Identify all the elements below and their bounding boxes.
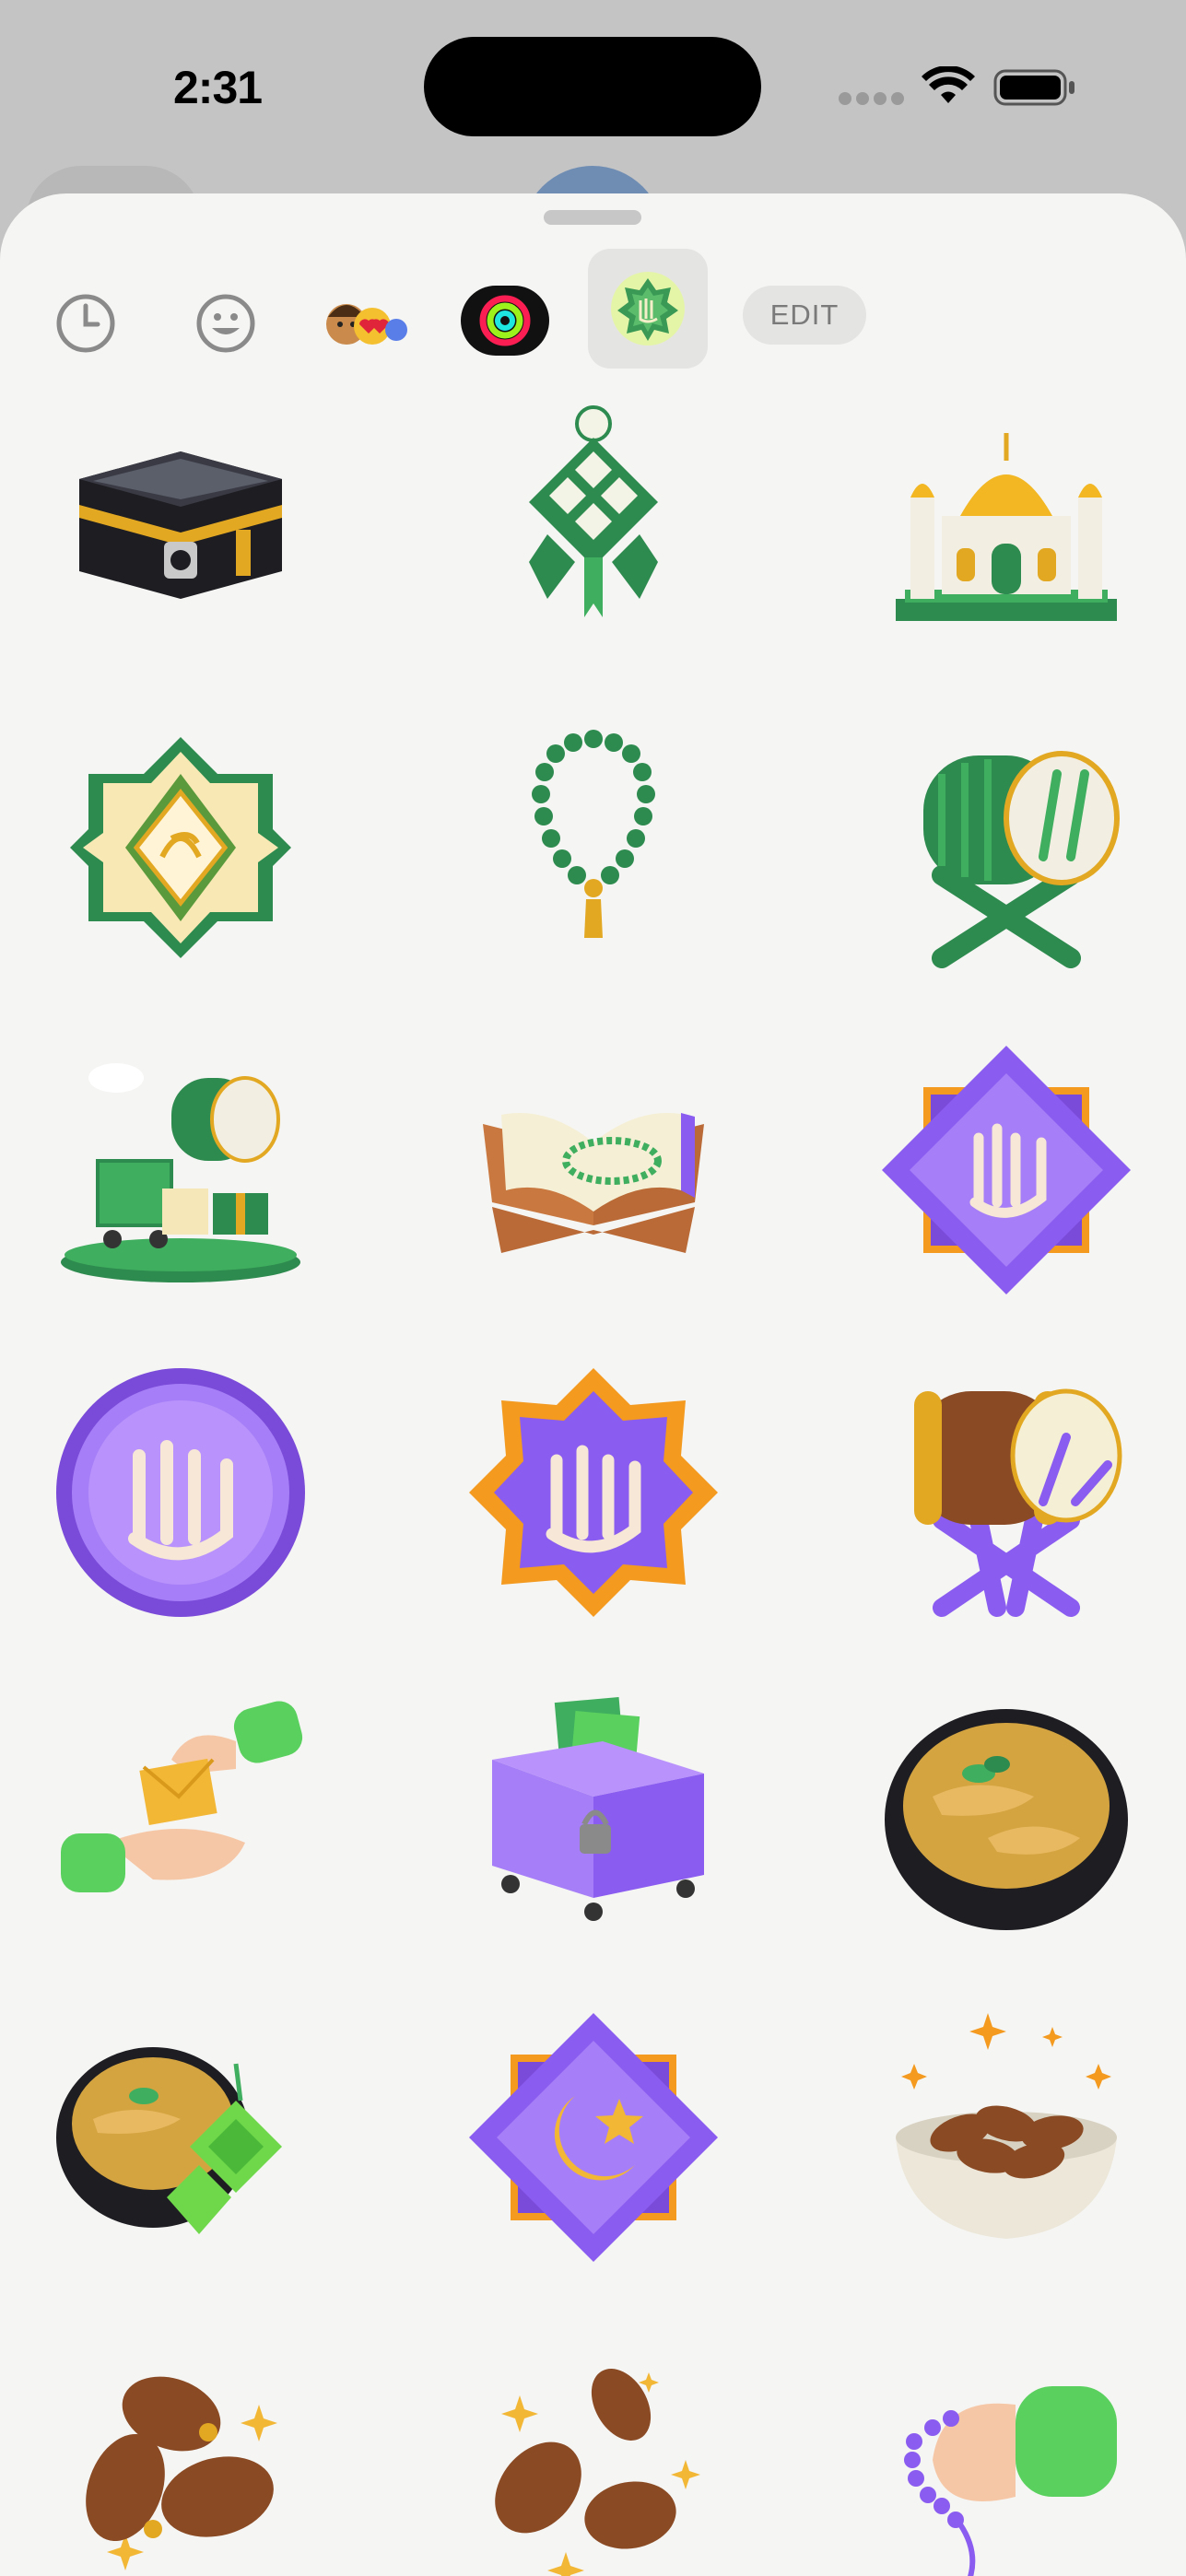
sticker-opor-with-ketupat[interactable] [52, 2008, 310, 2266]
quran-icon [483, 1113, 704, 1253]
allah-badge-icon [611, 272, 685, 345]
sticker-purple-bedug-drum[interactable] [877, 1364, 1135, 1622]
memoji-stickers-icon [326, 304, 407, 345]
tab-activity[interactable] [461, 286, 549, 356]
donation-box-icon [492, 1697, 704, 1921]
sticker-dates-bowl[interactable] [877, 2008, 1135, 2266]
sticker-tab-bar: EDIT [0, 249, 1186, 387]
tab-recents[interactable] [48, 286, 123, 361]
dates-pile-icon [86, 2376, 277, 2570]
sticker-mosque[interactable] [877, 396, 1135, 654]
calligraphy-frame-icon [70, 737, 291, 958]
giving-hands-icon [61, 1701, 303, 1892]
sticker-kaaba[interactable] [52, 396, 310, 654]
mosque-icon [896, 433, 1117, 621]
sticker-hand-with-tasbih[interactable] [877, 2331, 1135, 2576]
sheet-grabber[interactable] [544, 210, 641, 225]
sticker-allah-circle-purple[interactable] [52, 1364, 310, 1622]
sticker-giving-envelope-hands[interactable] [52, 1686, 310, 1944]
crescent-star-icon [469, 2013, 718, 2262]
bedug-drum-icon [923, 751, 1120, 968]
sticker-muhammad-calligraphy-frame[interactable] [52, 719, 310, 977]
opor-ketupat-icon [56, 2047, 282, 2234]
allah-diamond-icon [882, 1046, 1131, 1294]
sticker-dates-pile[interactable] [52, 2331, 310, 2576]
sticker-ketupat[interactable] [464, 396, 722, 654]
allah-circle-icon [56, 1368, 305, 1617]
purple-drum-icon [914, 1388, 1122, 1617]
tab-emoji[interactable] [188, 286, 264, 361]
sticker-dates-scattered[interactable] [464, 2331, 722, 2576]
sticker-donation-box[interactable] [464, 1686, 722, 1944]
status-time: 2:31 [173, 62, 263, 113]
dates-bowl-icon [896, 2013, 1117, 2239]
status-bar: 2:31 [0, 0, 1186, 184]
sticker-allah-diamond-purple[interactable] [877, 1041, 1135, 1299]
sticker-allah-star-orange[interactable] [464, 1364, 722, 1622]
sticker-opor-ayam-bowl[interactable] [877, 1686, 1135, 1944]
sticker-crescent-star-diamond[interactable] [464, 2008, 722, 2266]
edit-button[interactable]: EDIT [743, 286, 866, 345]
allah-star-icon [469, 1368, 718, 1617]
sticker-quran-on-stand[interactable] [464, 1041, 722, 1299]
opor-bowl-icon [885, 1709, 1128, 1930]
sticker-eid-shopping-scene[interactable] [52, 1041, 310, 1299]
sticker-green-bedug-drum[interactable] [877, 719, 1135, 977]
sticker-prayer-beads[interactable] [464, 719, 722, 977]
clock-icon [56, 294, 115, 353]
smiley-icon [196, 294, 255, 353]
tab-islamic-stickers[interactable] [588, 249, 708, 369]
battery-icon [993, 69, 1074, 106]
kaaba-icon [79, 451, 282, 599]
dynamic-island [424, 37, 761, 136]
prayer-beads-icon [532, 730, 655, 938]
shopping-scene-icon [61, 1063, 300, 1282]
ketupat-icon [529, 405, 658, 617]
hand-tasbih-icon [904, 2386, 1117, 2576]
activity-rings-icon [461, 286, 549, 356]
cellular-signal-icon [839, 92, 904, 105]
tab-memoji[interactable] [323, 284, 411, 365]
dates-scattered-icon [495, 2369, 700, 2576]
wifi-icon [922, 66, 975, 103]
sticker-sheet: EDIT [0, 193, 1186, 2576]
